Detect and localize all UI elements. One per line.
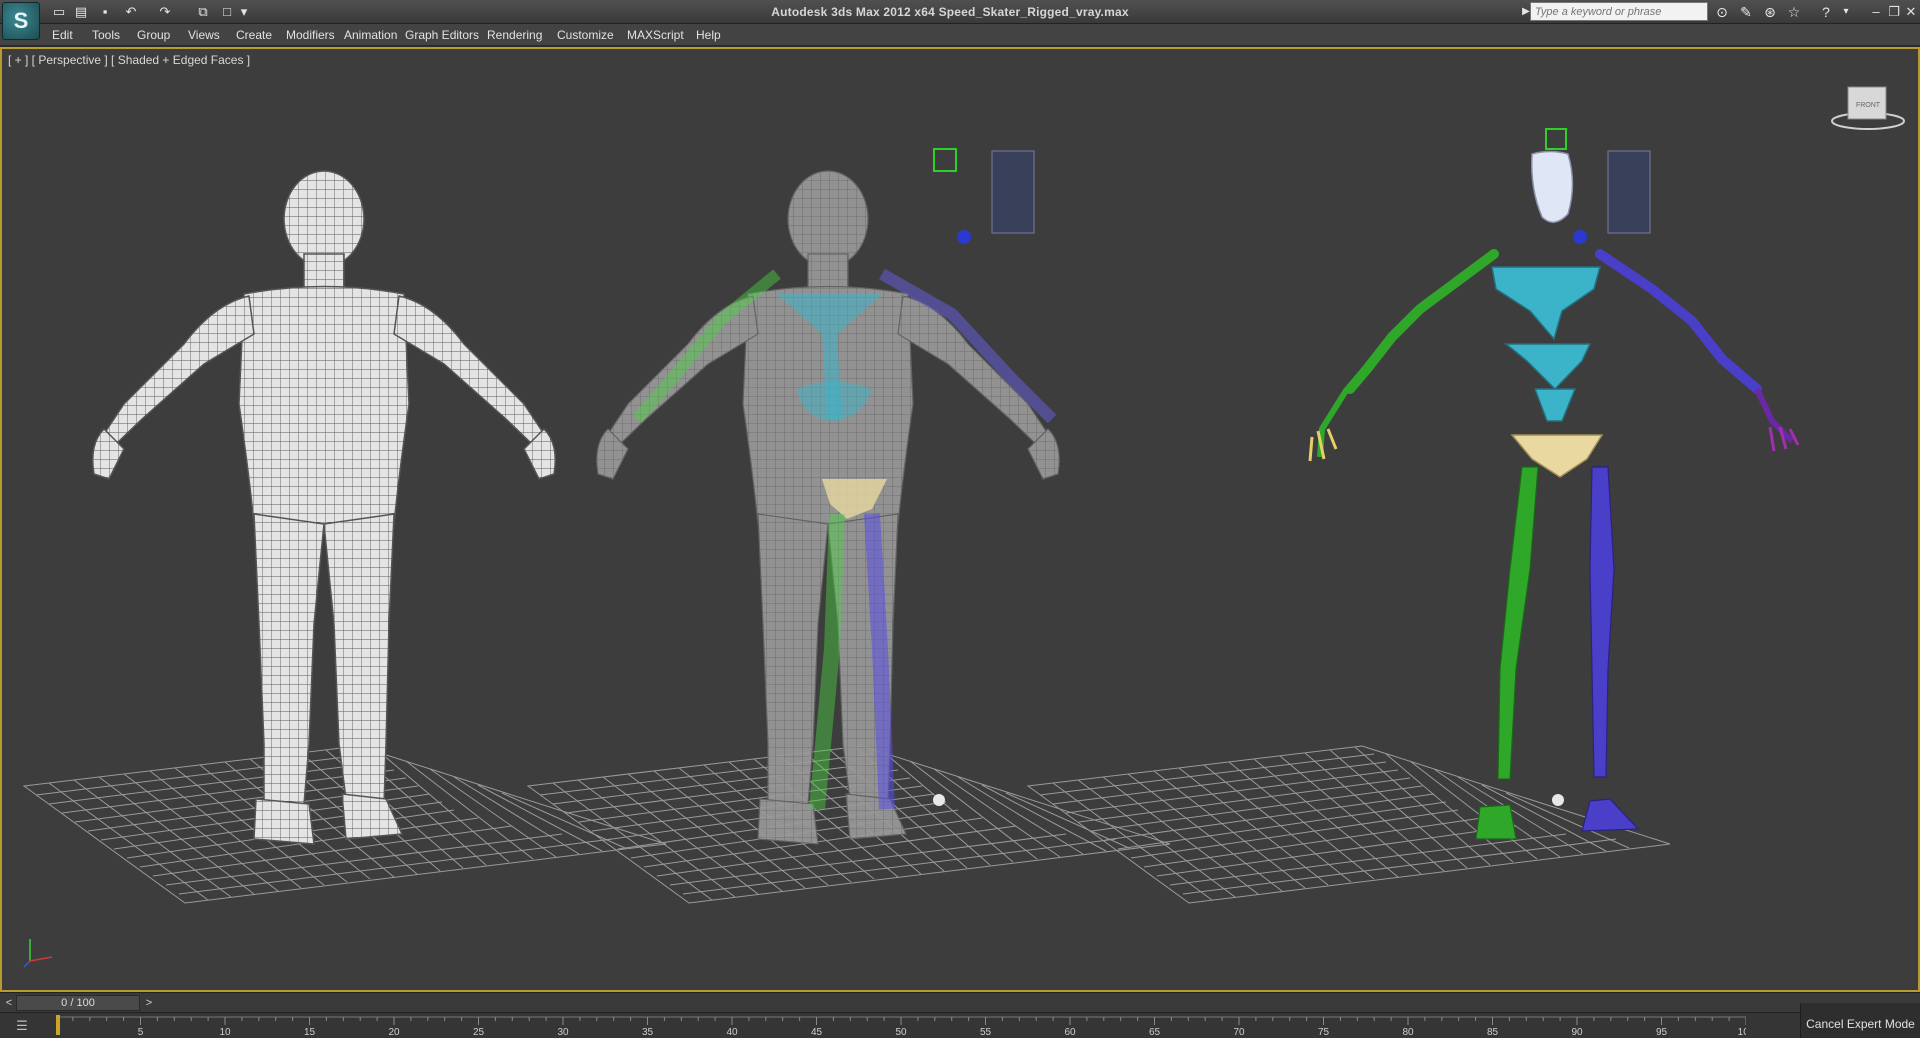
timeline-ruler[interactable]: 5 10 15 20 25 30 35 40 45 50 55 60 65 70 75 80 85 90 95 100 xyxy=(56,1013,1746,1038)
ruler-label: 70 xyxy=(1233,1027,1245,1038)
app-logo-icon[interactable]: S xyxy=(2,2,40,40)
ruler-label: 80 xyxy=(1402,1027,1414,1038)
ruler-label: 90 xyxy=(1571,1027,1583,1038)
help-dropdown-icon[interactable]: ▾ xyxy=(1836,2,1856,22)
menu-views[interactable]: Views xyxy=(188,24,220,46)
track-bar[interactable]: ☰ 5 10 15 20 25 30 35 40 45 50 55 60 65 70 75 80 85 90 95 1… xyxy=(0,1012,1920,1038)
help-icon[interactable]: ? xyxy=(1816,2,1836,22)
ruler-label: 50 xyxy=(895,1027,907,1038)
ruler-label: 65 xyxy=(1149,1027,1161,1038)
ruler-label: 35 xyxy=(642,1027,654,1038)
ruler-label: 75 xyxy=(1318,1027,1330,1038)
cancel-expert-mode-button[interactable]: Cancel Expert Mode xyxy=(1800,1003,1920,1038)
viewport-scene: FRONT xyxy=(22,86,1905,968)
axis-tripod-icon xyxy=(23,939,53,968)
close-icon[interactable]: ✕ xyxy=(1903,2,1919,22)
subscription-icon[interactable]: ⊛ xyxy=(1760,2,1780,22)
menu-help[interactable]: Help xyxy=(696,24,721,46)
ruler-label: 45 xyxy=(811,1027,823,1038)
ruler-label: 55 xyxy=(980,1027,992,1038)
ruler-label: 60 xyxy=(1064,1027,1076,1038)
minimize-icon[interactable]: – xyxy=(1868,2,1884,22)
restore-icon[interactable]: ❐ xyxy=(1886,2,1902,22)
menu-edit[interactable]: Edit xyxy=(52,24,73,46)
window-icon[interactable]: □ xyxy=(218,3,236,21)
menu-group[interactable]: Group xyxy=(137,24,170,46)
ruler-label: 20 xyxy=(388,1027,400,1038)
ruler-label: 100 xyxy=(1738,1027,1746,1038)
ruler-label: 5 xyxy=(138,1027,144,1038)
viewcube-label[interactable]: FRONT xyxy=(1856,102,1881,109)
undo-icon[interactable]: ↶ xyxy=(120,3,142,21)
menu-animation[interactable]: Animation xyxy=(344,24,397,46)
ruler-label: 25 xyxy=(473,1027,485,1038)
menu-customize[interactable]: Customize xyxy=(557,24,614,46)
search-input[interactable] xyxy=(1530,2,1708,21)
skater-mesh-wireframe[interactable] xyxy=(92,170,556,845)
ruler-label: 95 xyxy=(1656,1027,1668,1038)
ground-grid-right xyxy=(1026,745,1671,904)
ruler-label: 30 xyxy=(557,1027,569,1038)
time-slider-prev-icon[interactable]: < xyxy=(2,995,16,1011)
ruler-label: 15 xyxy=(304,1027,316,1038)
new-file-icon[interactable]: ▭ xyxy=(50,3,68,21)
frame-indicator[interactable]: 0 / 100 xyxy=(16,995,140,1011)
tools-icon[interactable]: ✎ xyxy=(1736,2,1756,22)
menu-maxscript[interactable]: MAXScript xyxy=(627,24,684,46)
ruler-label: 10 xyxy=(219,1027,231,1038)
viewcube-icon[interactable]: FRONT xyxy=(1831,86,1905,130)
redo-icon[interactable]: ↷ xyxy=(154,3,176,21)
open-file-icon[interactable]: ▤ xyxy=(72,3,90,21)
skater-mesh-xray[interactable] xyxy=(596,148,1060,845)
window-title: Autodesk 3ds Max 2012 x64 Speed_Skater_R… xyxy=(771,5,1129,19)
menu-create[interactable]: Create xyxy=(236,24,272,46)
perspective-viewport[interactable]: [ + ] [ Perspective ] [ Shaded + Edged F… xyxy=(0,47,1920,992)
trackbar-toggle-icon[interactable]: ☰ xyxy=(8,1017,36,1035)
menu-graph-editors[interactable]: Graph Editors xyxy=(405,24,479,46)
dropdown-icon[interactable]: ▾ xyxy=(238,3,250,21)
save-icon[interactable]: ▪ xyxy=(96,3,114,21)
menu-tools[interactable]: Tools xyxy=(92,24,120,46)
favorites-star-icon[interactable]: ☆ xyxy=(1784,2,1804,22)
ruler-label: 40 xyxy=(726,1027,738,1038)
time-slider[interactable]: < 0 / 100 > xyxy=(0,992,1920,1012)
menu-modifiers[interactable]: Modifiers xyxy=(286,24,335,46)
time-cursor[interactable] xyxy=(56,1015,60,1035)
binoculars-icon[interactable]: ⊙ xyxy=(1712,2,1732,22)
ruler-label: 85 xyxy=(1487,1027,1499,1038)
time-slider-next-icon[interactable]: > xyxy=(142,995,156,1011)
biped-skeleton[interactable] xyxy=(1308,128,1800,840)
menu-rendering[interactable]: Rendering xyxy=(487,24,542,46)
menu-bar: Edit Tools Group Views Create Modifiers … xyxy=(0,24,1920,46)
project-folder-icon[interactable]: ⧉ xyxy=(194,3,212,21)
title-bar: S ▭ ▤ ▪ ↶ ↷ ⧉ □ ▾ Autodesk 3ds Max 2012 … xyxy=(0,0,1920,40)
